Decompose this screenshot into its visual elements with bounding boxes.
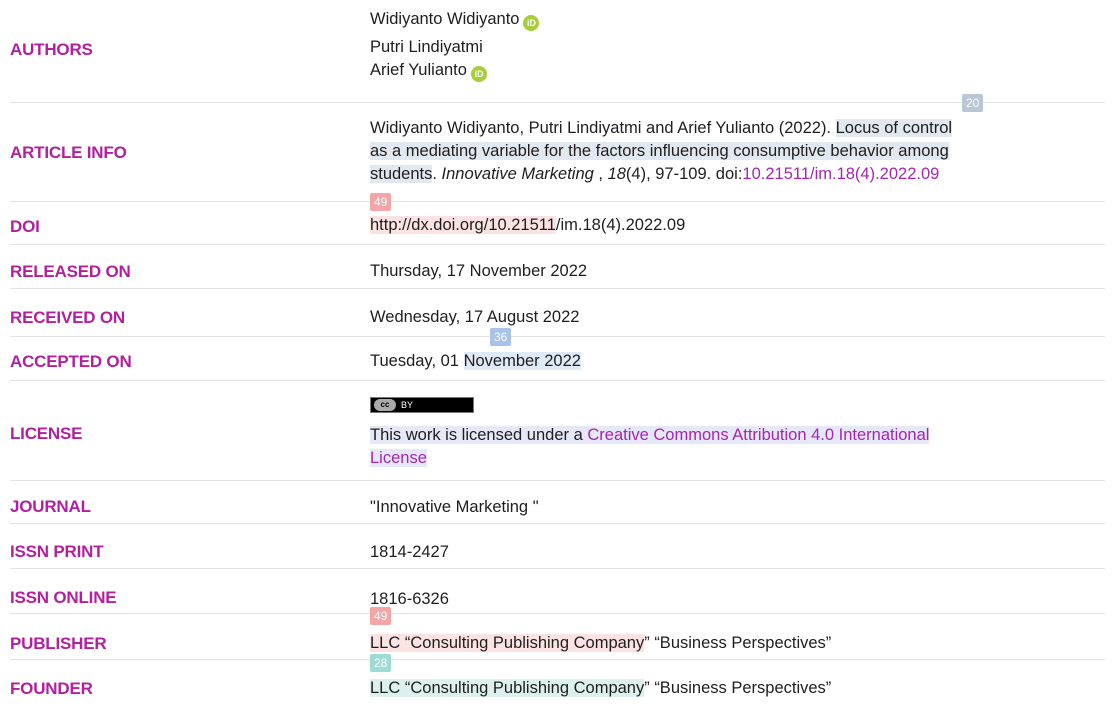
divider [10,201,1105,202]
annotation-badge: 20 [962,94,984,112]
annotation-badge: 49 [370,607,392,625]
received-value: Wednesday, 17 August 2022 [370,308,580,326]
license-label: LICENSE [10,424,83,443]
doi-link[interactable]: 10.21511/im.18(4).2022.09 [742,165,939,183]
cc-icon: cc [374,399,396,411]
accepted-value: Tuesday, 01 November 2022 [370,352,581,370]
article-info-label: ARTICLE INFO [10,143,127,162]
doi-label: DOI [10,217,40,236]
article-citation: Widiyanto Widiyanto, Putri Lindiyatmi an… [370,119,953,183]
divider [10,380,1105,381]
by-icon: BY [401,400,414,410]
author-name: Arief Yulianto iD [370,59,1105,82]
accepted-label: ACCEPTED ON [10,352,132,371]
authors-list: Widiyanto Widiyanto iD Putri Lindiyatmi A… [370,8,1105,82]
divider [10,659,1105,660]
divider [10,523,1105,524]
orcid-icon[interactable]: iD [470,66,487,82]
divider [10,568,1105,569]
divider [10,613,1105,614]
received-label: RECEIVED ON [10,308,125,327]
issn-print-value: 1814-2427 [370,543,449,561]
founder-value: LLC “Consulting Publishing Company” “Bus… [370,679,832,697]
license-value: cc BY This work is licensed under a Creat… [370,397,1105,470]
annotation-badge: 36 [490,328,512,346]
annotation-badge: 28 [370,654,392,672]
released-label: RELEASED ON [10,262,131,281]
journal-label: JOURNAL [10,497,91,516]
article-title: as a mediating variable for the factors … [370,142,949,160]
author-name: Widiyanto Widiyanto iD [370,8,1105,31]
article-title: Locus of control [835,119,953,137]
cc-by-badge[interactable]: cc BY [370,397,474,413]
divider [10,244,1105,245]
article-title: students [370,165,433,183]
annotation-badge: 49 [370,193,392,211]
divider [10,288,1105,289]
released-value: Thursday, 17 November 2022 [370,262,588,280]
divider [10,336,1105,337]
author-name: Putri Lindiyatmi [370,38,483,56]
divider [10,480,1105,481]
issn-print-label: ISSN PRINT [10,542,104,561]
founder-label: FOUNDER [10,679,93,698]
orcid-icon[interactable]: iD [523,15,540,31]
volume: 18 [607,165,626,183]
publisher-label: PUBLISHER [10,634,107,653]
publisher-value: LLC “Consulting Publishing Company” “Bus… [370,634,832,652]
license-link[interactable]: Creative Commons Attribution 4.0 Interna… [587,426,930,444]
authors-label: AUTHORS [10,40,93,59]
divider [10,102,1105,103]
journal-value: "Innovative Marketing " [370,498,539,516]
issn-online-value: 1816-6326 [370,590,449,608]
journal-name: Innovative Marketing [441,165,594,183]
doi-url: http://dx.doi.org/10.21511/im.18(4).2022… [370,216,686,234]
license-link[interactable]: License [370,449,427,467]
issn-online-label: ISSN ONLINE [10,588,117,607]
license-text: This work is licensed under a Creative C… [370,426,930,467]
